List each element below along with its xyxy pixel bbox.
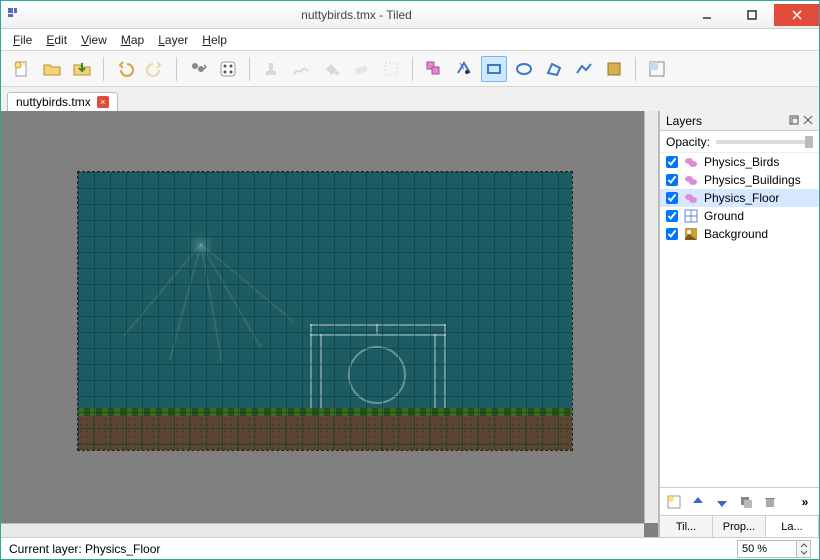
layer-buttons: » <box>660 487 819 515</box>
new-layer-icon[interactable] <box>664 492 684 512</box>
close-panel-icon[interactable] <box>803 114 813 128</box>
toolbar <box>1 51 819 87</box>
more-icon[interactable]: » <box>795 492 815 512</box>
move-layer-down-icon[interactable] <box>712 492 732 512</box>
rect-select-icon[interactable] <box>378 56 404 82</box>
window-title: nuttybirds.tmx - Tiled <box>29 8 684 22</box>
random-icon[interactable] <box>215 56 241 82</box>
close-button[interactable] <box>774 4 819 26</box>
layer-type-icon <box>684 173 698 187</box>
menubar: File Edit View Map Layer Help <box>1 29 819 51</box>
insert-ellipse-icon[interactable] <box>511 56 537 82</box>
map-viewport[interactable] <box>1 111 659 537</box>
open-file-icon[interactable] <box>39 56 65 82</box>
layer-name: Background <box>704 227 768 241</box>
fill-icon[interactable] <box>318 56 344 82</box>
layer-visibility-checkbox[interactable] <box>666 174 678 186</box>
minimize-button[interactable] <box>684 4 729 26</box>
tab-layers[interactable]: La... <box>766 516 819 537</box>
tab-properties[interactable]: Prop... <box>713 516 766 537</box>
layer-visibility-checkbox[interactable] <box>666 210 678 222</box>
new-file-icon[interactable] <box>9 56 35 82</box>
insert-polygon-icon[interactable] <box>541 56 567 82</box>
redo-icon[interactable] <box>142 56 168 82</box>
tab-label: nuttybirds.tmx <box>16 95 91 109</box>
command-icon[interactable] <box>185 56 211 82</box>
undock-icon[interactable] <box>789 114 799 128</box>
eraser-icon[interactable] <box>348 56 374 82</box>
maximize-button[interactable] <box>729 4 774 26</box>
insert-tile-icon[interactable] <box>601 56 627 82</box>
canvas[interactable] <box>1 111 658 537</box>
close-tab-icon[interactable]: × <box>97 96 109 108</box>
save-file-icon[interactable] <box>69 56 95 82</box>
separator <box>176 57 177 81</box>
opacity-row: Opacity: <box>660 131 819 153</box>
document-tabbar: nuttybirds.tmx × <box>1 87 819 111</box>
insert-polyline-icon[interactable] <box>571 56 597 82</box>
separator <box>103 57 104 81</box>
status-current-layer: Current layer: Physics_Floor <box>9 542 160 556</box>
layer-type-icon <box>684 191 698 205</box>
resize-map-icon[interactable] <box>644 56 670 82</box>
delete-layer-icon[interactable] <box>760 492 780 512</box>
vertical-scrollbar[interactable] <box>644 111 658 523</box>
map-area[interactable] <box>77 171 573 451</box>
menu-map[interactable]: Map <box>121 33 144 47</box>
titlebar: nuttybirds.tmx - Tiled <box>1 1 819 29</box>
layer-row[interactable]: Ground <box>660 207 819 225</box>
layer-type-icon <box>684 209 698 223</box>
statusbar: Current layer: Physics_Floor <box>1 537 819 559</box>
slider-thumb[interactable] <box>805 136 813 148</box>
opacity-slider[interactable] <box>716 140 813 144</box>
separator <box>635 57 636 81</box>
window-buttons <box>684 4 819 26</box>
stamp-icon[interactable] <box>258 56 284 82</box>
layer-row[interactable]: Background <box>660 225 819 243</box>
edit-polygons-icon[interactable] <box>451 56 477 82</box>
layers-title: Layers <box>666 114 702 128</box>
layers-panel-header: Layers <box>660 111 819 131</box>
layer-name: Physics_Birds <box>704 155 779 169</box>
main-window: nuttybirds.tmx - Tiled File Edit View Ma… <box>0 0 820 560</box>
layer-visibility-checkbox[interactable] <box>666 228 678 240</box>
menu-file[interactable]: File <box>13 33 32 47</box>
body: Layers Opacity: Physics_Birds Physics_Bui… <box>1 111 819 537</box>
tile-grid <box>78 172 572 450</box>
menu-help[interactable]: Help <box>202 33 227 47</box>
app-icon <box>7 7 23 23</box>
menu-view[interactable]: View <box>81 33 107 47</box>
insert-rectangle-icon[interactable] <box>481 56 507 82</box>
layer-visibility-checkbox[interactable] <box>666 192 678 204</box>
layers-list: Physics_Birds Physics_Buildings Physics_Fl… <box>660 153 819 487</box>
duplicate-layer-icon[interactable] <box>736 492 756 512</box>
layer-name: Physics_Buildings <box>704 173 801 187</box>
layer-row[interactable]: Physics_Buildings <box>660 171 819 189</box>
undo-icon[interactable] <box>112 56 138 82</box>
separator <box>412 57 413 81</box>
layer-type-icon <box>684 227 698 241</box>
layer-row[interactable]: Physics_Floor <box>660 189 819 207</box>
zoom-control <box>737 540 811 558</box>
layer-name: Physics_Floor <box>704 191 779 205</box>
layer-type-icon <box>684 155 698 169</box>
tab-tilesets[interactable]: Til... <box>660 516 713 537</box>
terrain-icon[interactable] <box>288 56 314 82</box>
document-tab[interactable]: nuttybirds.tmx × <box>7 92 118 111</box>
bottom-panel-tabs: Til... Prop... La... <box>660 515 819 537</box>
menu-layer[interactable]: Layer <box>158 33 188 47</box>
horizontal-scrollbar[interactable] <box>1 523 644 537</box>
select-objects-icon[interactable] <box>421 56 447 82</box>
zoom-spinner[interactable] <box>797 540 811 558</box>
layer-row[interactable]: Physics_Birds <box>660 153 819 171</box>
layer-name: Ground <box>704 209 744 223</box>
move-layer-up-icon[interactable] <box>688 492 708 512</box>
menu-edit[interactable]: Edit <box>46 33 67 47</box>
right-sidebar: Layers Opacity: Physics_Birds Physics_Bui… <box>659 111 819 537</box>
separator <box>249 57 250 81</box>
zoom-input[interactable] <box>737 540 797 558</box>
opacity-label: Opacity: <box>666 135 710 149</box>
layer-visibility-checkbox[interactable] <box>666 156 678 168</box>
